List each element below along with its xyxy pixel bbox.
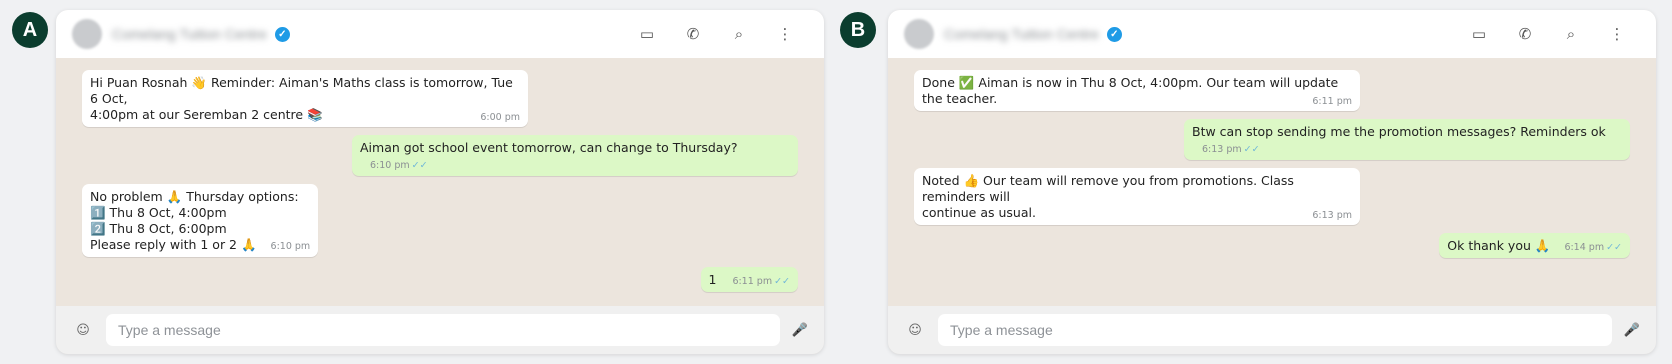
phone-call-icon[interactable]: ✆ — [670, 25, 716, 43]
message-row: Hi Puan Rosnah 👋 Reminder: Aiman's Maths… — [82, 70, 798, 127]
message-meta: 6:14 pm ✓✓ — [1564, 243, 1622, 253]
message-time: 6:13 pm — [1202, 144, 1242, 155]
avatar[interactable] — [904, 19, 934, 49]
message-text: Done ✅ Aiman is now in Thu 8 Oct, 4:00pm… — [922, 75, 1343, 106]
message-text: No problem 🙏 Thursday options: 1️⃣ Thu 8… — [90, 189, 299, 252]
composer-bar: ☺ 🎤 — [888, 306, 1656, 354]
contact-name[interactable]: Comelang Tuition Centre — [944, 26, 1099, 42]
panel-b-label: B — [840, 12, 876, 48]
message-input[interactable] — [938, 314, 1612, 346]
emoji-icon[interactable]: ☺ — [68, 323, 98, 338]
message-bubble-outgoing[interactable]: Btw can stop sending me the promotion me… — [1184, 119, 1630, 160]
message-time: 6:11 pm — [732, 276, 773, 287]
message-bubble-outgoing[interactable]: 1 6:11 pm ✓✓ — [700, 267, 798, 292]
message-time: 6:11 pm — [1312, 96, 1352, 107]
composer-bar: ☺ 🎤 — [56, 306, 824, 354]
message-time: 6:14 pm — [1564, 242, 1605, 253]
message-list[interactable]: Hi Puan Rosnah 👋 Reminder: Aiman's Maths… — [56, 58, 824, 306]
read-ticks-icon: ✓✓ — [1606, 242, 1622, 253]
message-text: Btw can stop sending me the promotion me… — [1192, 124, 1606, 139]
message-bubble-incoming[interactable]: Hi Puan Rosnah 👋 Reminder: Aiman's Maths… — [82, 70, 528, 127]
message-text: Aiman got school event tomorrow, can cha… — [360, 140, 738, 155]
message-text: Noted 👍 Our team will remove you from pr… — [922, 173, 1294, 220]
contact-name[interactable]: Comelang Tuition Centre — [112, 26, 267, 42]
phone-call-icon[interactable]: ✆ — [1502, 25, 1548, 43]
read-ticks-icon: ✓✓ — [774, 276, 790, 287]
message-input[interactable] — [106, 314, 780, 346]
verified-icon: ✓ — [1106, 26, 1122, 42]
message-bubble-incoming[interactable]: No problem 🙏 Thursday options: 1️⃣ Thu 8… — [82, 184, 319, 257]
message-meta: 6:11 pm ✓✓ — [732, 277, 790, 287]
read-ticks-icon: ✓✓ — [411, 160, 428, 171]
message-time: 6:10 pm — [270, 241, 311, 252]
search-icon[interactable]: ⌕ — [716, 25, 762, 43]
message-bubble-outgoing[interactable]: Ok thank you 🙏 6:14 pm ✓✓ — [1439, 233, 1630, 258]
message-row: Done ✅ Aiman is now in Thu 8 Oct, 4:00pm… — [914, 70, 1630, 111]
message-time: 6:00 pm — [480, 112, 520, 123]
message-text: Hi Puan Rosnah 👋 Reminder: Aiman's Maths… — [90, 75, 513, 122]
message-bubble-incoming[interactable]: Noted 👍 Our team will remove you from pr… — [914, 168, 1360, 225]
message-meta: 6:10 pm ✓✓ — [370, 161, 428, 171]
search-icon[interactable]: ⌕ — [1548, 25, 1594, 43]
video-call-icon[interactable]: ▭ — [1456, 25, 1502, 43]
message-time: 6:13 pm — [1312, 210, 1352, 221]
message-row: No problem 🙏 Thursday options: 1️⃣ Thu 8… — [82, 184, 798, 257]
mic-icon[interactable]: 🎤 — [1620, 323, 1644, 338]
mic-icon[interactable]: 🎤 — [788, 323, 812, 338]
message-row: Aiman got school event tomorrow, can cha… — [82, 135, 798, 176]
avatar[interactable] — [72, 19, 102, 49]
message-text: Ok thank you 🙏 — [1447, 238, 1551, 253]
message-time: 6:10 pm — [370, 160, 410, 171]
message-meta: 6:13 pm ✓✓ — [1202, 145, 1260, 155]
message-bubble-outgoing[interactable]: Aiman got school event tomorrow, can cha… — [352, 135, 798, 176]
message-row: Ok thank you 🙏 6:14 pm ✓✓ — [914, 233, 1630, 258]
chat-panel-b: Comelang Tuition Centre ✓ ▭ ✆ ⌕ ⋮ Done ✅… — [888, 10, 1656, 354]
read-ticks-icon: ✓✓ — [1243, 144, 1260, 155]
message-list[interactable]: Done ✅ Aiman is now in Thu 8 Oct, 4:00pm… — [888, 58, 1656, 306]
menu-icon[interactable]: ⋮ — [1594, 25, 1640, 43]
verified-icon: ✓ — [274, 26, 290, 42]
chat-header: Comelang Tuition Centre ✓ ▭ ✆ ⌕ ⋮ — [56, 10, 824, 58]
panel-a-label: A — [12, 12, 48, 48]
menu-icon[interactable]: ⋮ — [762, 25, 808, 43]
chat-panel-a: Comelang Tuition Centre ✓ ▭ ✆ ⌕ ⋮ Hi Pua… — [56, 10, 824, 354]
emoji-icon[interactable]: ☺ — [900, 323, 930, 338]
video-call-icon[interactable]: ▭ — [624, 25, 670, 43]
message-row: Noted 👍 Our team will remove you from pr… — [914, 168, 1630, 225]
message-row: Btw can stop sending me the promotion me… — [914, 119, 1630, 160]
message-row: 1 6:11 pm ✓✓ — [82, 267, 798, 292]
message-text: 1 — [708, 272, 717, 287]
chat-header: Comelang Tuition Centre ✓ ▭ ✆ ⌕ ⋮ — [888, 10, 1656, 58]
message-bubble-incoming[interactable]: Done ✅ Aiman is now in Thu 8 Oct, 4:00pm… — [914, 70, 1360, 111]
